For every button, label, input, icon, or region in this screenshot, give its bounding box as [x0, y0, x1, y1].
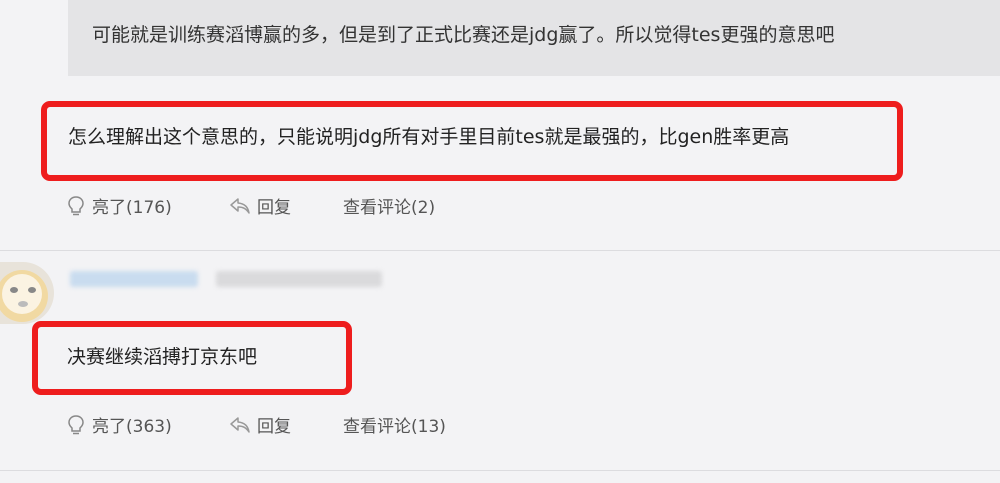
reply-arrow-icon: [230, 197, 250, 214]
like-button[interactable]: 亮了(363): [66, 412, 172, 437]
view-comments-link[interactable]: 查看评论(13): [343, 412, 446, 437]
view-comments-link[interactable]: 查看评论(2): [343, 193, 435, 218]
reply-label: 回复: [257, 198, 291, 218]
reply-button[interactable]: 回复: [229, 193, 291, 218]
reply-label: 回复: [257, 417, 291, 437]
view-comments-label: 查看评论(2): [343, 198, 436, 218]
divider: [0, 470, 1000, 471]
like-count-label: 亮了(176): [92, 198, 172, 218]
like-count-label: 亮了(363): [92, 417, 172, 437]
lightbulb-icon: [68, 195, 84, 215]
divider: [0, 250, 1000, 251]
quoted-comment-text: 可能就是训练赛滔博赢的多，但是到了正式比赛还是jdg赢了。所以觉得tes更强的意…: [92, 24, 835, 46]
avatar-face-icon: [0, 270, 48, 322]
lightbulb-icon: [68, 414, 84, 434]
view-comments-label: 查看评论(13): [343, 417, 446, 437]
reply-arrow-icon: [230, 416, 250, 433]
comment-text: 怎么理解出这个意思的，只能说明jdg所有对手里目前tes就是最强的，比gen胜率…: [68, 126, 790, 148]
reply-button[interactable]: 回复: [229, 412, 291, 437]
avatar: [0, 262, 54, 324]
username[interactable]: [70, 271, 198, 287]
comment-text: 决赛继续滔搏打京东吧: [67, 346, 258, 368]
like-button[interactable]: 亮了(176): [66, 193, 172, 218]
user-meta: [216, 271, 382, 287]
